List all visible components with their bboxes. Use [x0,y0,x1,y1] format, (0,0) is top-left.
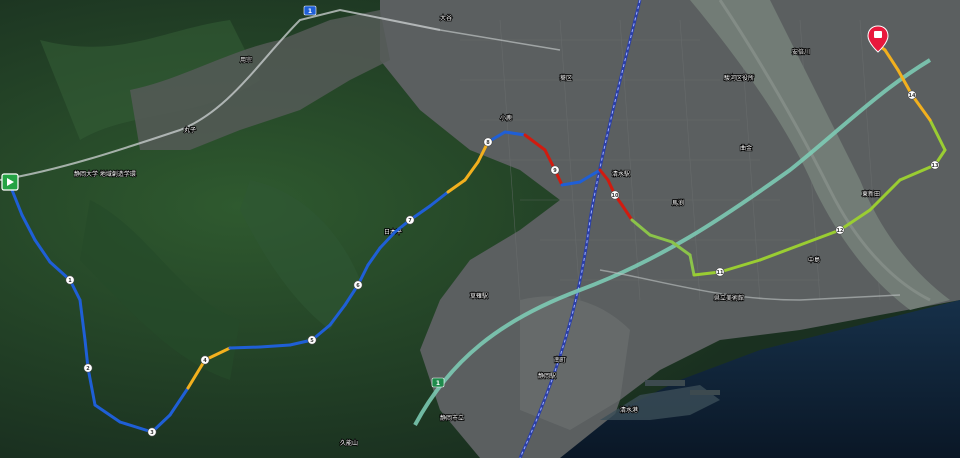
km-marker-label: 13 [932,163,939,169]
km-marker: 5 [307,335,317,345]
harbor-pier [645,380,685,386]
map-view[interactable]: 1 1 静岡大学 地域創造学環 静岡駅 清水駅 草薙駅 日本平 久能山 清水港 … [0,0,960,458]
svg-text:1: 1 [436,380,440,387]
km-marker: 3 [147,427,157,437]
km-marker: 1 [65,275,75,285]
poi-label: 清水駅 [612,170,630,178]
route-start-marker[interactable] [1,173,19,191]
poi-label: 中島 [808,256,820,264]
km-marker-label: 9 [553,168,557,174]
km-marker: 4 [200,355,210,365]
km-marker-label: 4 [203,358,207,364]
km-marker: 13 [930,160,940,170]
poi-label: 静岡駅 [538,372,556,380]
svg-text:1: 1 [308,8,312,15]
km-marker: 10 [610,190,620,200]
poi-label: 大谷 [440,14,452,22]
km-marker-label: 11 [717,270,724,276]
poi-label: 久能山 [340,439,358,447]
km-marker-label: 14 [909,93,916,99]
poi-label: 南町 [554,356,566,364]
km-marker-label: 8 [486,140,490,146]
km-marker-label: 5 [310,338,314,344]
poi-label: 駿河区役所 [724,74,754,82]
km-marker: 2 [83,363,93,373]
poi-label: 県立美術館 [714,294,744,302]
road-badge: 1 [303,5,317,16]
km-marker-label: 7 [408,218,412,224]
route-segment [258,343,292,349]
poi-label: 静岡大学 地域創造学環 [74,170,136,178]
poi-label: 葵区 [560,74,572,82]
km-marker-label: 12 [837,228,844,234]
poi-label: 曲金 [740,144,752,152]
km-marker-label: 1 [68,278,72,284]
km-marker: 12 [835,225,845,235]
km-marker: 11 [715,267,725,277]
road-badge: 1 [431,377,445,388]
km-marker: 6 [353,280,363,290]
km-marker-label: 3 [150,430,154,436]
poi-label: 東新田 [862,190,880,198]
poi-label: 小鹿 [500,114,512,122]
km-marker: 7 [405,215,415,225]
poi-label: 馬渕 [672,199,684,207]
km-marker: 8 [483,137,493,147]
poi-label: 用宗 [240,56,252,64]
poi-label: 静岡市立 [440,414,464,422]
km-marker-label: 10 [612,193,619,199]
harbor-pier [690,390,720,395]
km-marker: 9 [550,165,560,175]
km-marker: 14 [907,90,917,100]
satellite-map[interactable]: 1 1 静岡大学 地域創造学環 静岡駅 清水駅 草薙駅 日本平 久能山 清水港 … [0,0,960,458]
poi-label: 丸子 [184,126,196,134]
poi-label: 清水港 [620,406,638,414]
poi-label: 草薙駅 [470,292,488,300]
km-marker-label: 6 [356,283,360,289]
km-marker-label: 2 [86,366,90,372]
route-segment [228,345,262,350]
poi-label: 安倍川 [792,48,810,56]
